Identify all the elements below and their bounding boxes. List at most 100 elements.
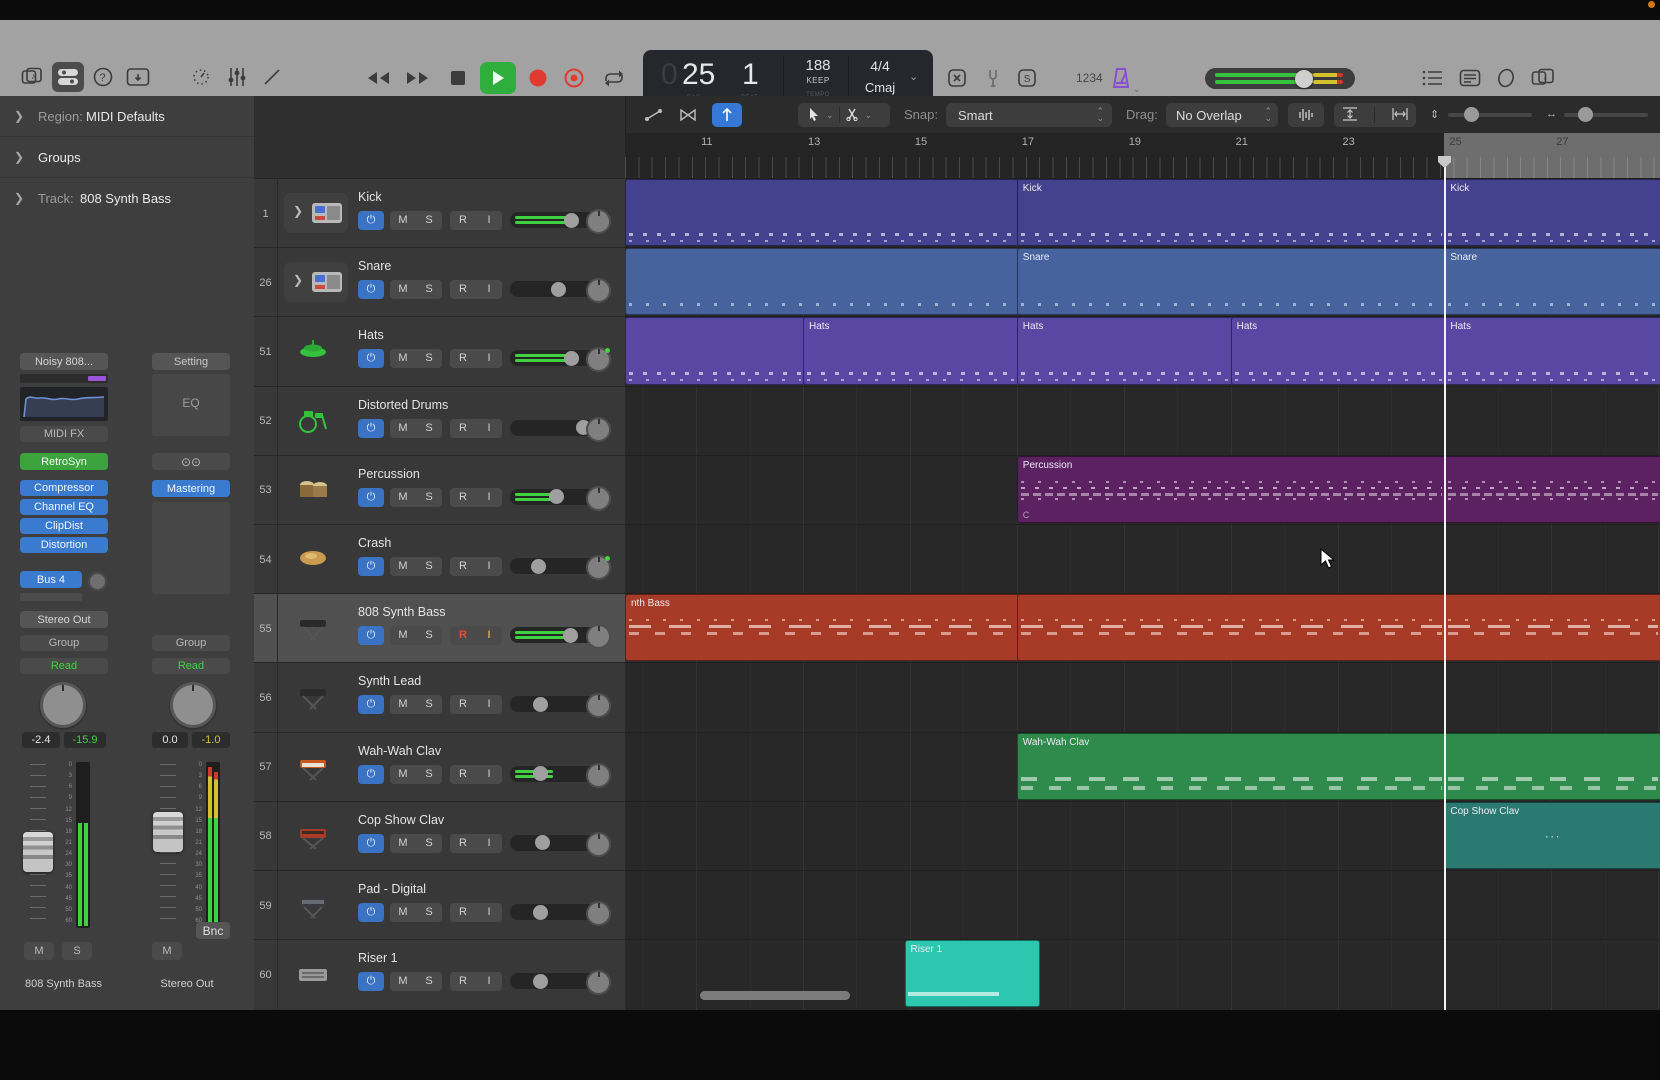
track-name[interactable]: 808 Synth Bass [358, 605, 446, 619]
record-input-group[interactable]: RI [450, 280, 502, 299]
group-slot-right[interactable]: Group [152, 635, 230, 651]
region-inspector-header[interactable]: ❯ Region: MIDI Defaults [0, 96, 254, 137]
region-kick[interactable]: Kick [1017, 179, 1447, 246]
fader-thumb-left[interactable] [23, 832, 53, 872]
gauge-icon[interactable] [186, 64, 216, 90]
volume-thumb[interactable] [533, 766, 548, 781]
track-power-button[interactable]: ⏻ [358, 972, 384, 991]
rewind-button[interactable] [362, 64, 394, 92]
pan-knob[interactable] [586, 555, 611, 580]
volume-value-right[interactable]: 0.0 [152, 732, 188, 748]
pan-knob-right[interactable] [170, 682, 216, 728]
region-percussion[interactable] [1444, 456, 1660, 523]
channel-setting-button[interactable]: Noisy 808... [20, 353, 108, 370]
mute-solo-group[interactable]: MS [390, 349, 442, 368]
region-nth-bass[interactable]: nth Bass [625, 594, 1019, 661]
volume-thumb[interactable] [551, 282, 566, 297]
vertical-zoom-slider[interactable]: ⇕ [1430, 106, 1532, 124]
track-name[interactable]: Percussion [358, 467, 420, 481]
pan-knob[interactable] [586, 278, 611, 303]
arrange-lane[interactable] [625, 524, 1660, 594]
track-header-pad-digital[interactable]: 59Pad - Digital⏻MSRI [254, 870, 625, 940]
loop-browser-button[interactable] [1491, 66, 1521, 90]
track-header-808-synth-bass[interactable]: 55808 Synth Bass⏻MSRI [254, 593, 625, 663]
region-hats[interactable] [625, 317, 805, 384]
master-setting-button[interactable]: Setting [152, 353, 230, 370]
volume-thumb[interactable] [563, 628, 578, 643]
track-header-hats[interactable]: 51Hats⏻MSRI [254, 316, 625, 386]
fader-thumb-right[interactable] [153, 812, 183, 852]
region-hats[interactable]: Hats [803, 317, 1019, 384]
pan-knob[interactable] [586, 832, 611, 857]
horizontal-fit-button[interactable] [1392, 107, 1408, 124]
record-input-group[interactable]: RI [450, 488, 502, 507]
stop-button[interactable] [444, 64, 472, 92]
region-percussion[interactable]: PercussionC [1017, 456, 1447, 523]
vertical-zoom-thumb[interactable] [1464, 107, 1479, 122]
playhead-marker[interactable] [1437, 155, 1452, 174]
region-snare[interactable]: Snare [1444, 248, 1660, 315]
pan-knob[interactable] [586, 347, 611, 372]
track-power-button[interactable]: ⏻ [358, 557, 384, 576]
mute-button-left[interactable]: M [24, 942, 54, 960]
group-slot-left[interactable]: Group [20, 635, 108, 651]
mute-solo-group[interactable]: MS [390, 280, 442, 299]
region-riser-1[interactable]: Riser 1 [905, 940, 1041, 1007]
pencil-icon[interactable] [258, 64, 286, 90]
track-power-button[interactable]: ⏻ [358, 834, 384, 853]
pan-knob[interactable] [586, 209, 611, 234]
track-header-percussion[interactable]: 53Percussion⏻MSRI [254, 455, 625, 525]
metronome-button[interactable]: ⌄ [1106, 64, 1136, 92]
track-header-wah-wah-clav[interactable]: 57Wah-Wah Clav⏻MSRI [254, 732, 625, 802]
pan-knob[interactable] [586, 417, 611, 442]
scissors-tool-button[interactable] [845, 107, 859, 124]
send-slot[interactable]: Bus 4 [20, 571, 82, 588]
region-wah-wah-clav[interactable]: Wah-Wah Clav [1017, 733, 1447, 800]
track-power-button[interactable]: ⏻ [358, 903, 384, 922]
region-hats[interactable]: Hats [1444, 317, 1660, 384]
automation-button[interactable] [638, 103, 670, 127]
pan-knob[interactable] [586, 763, 611, 788]
record-input-group[interactable]: RI [450, 211, 502, 230]
disclosure-chevron-icon[interactable]: ❯ [293, 273, 303, 287]
mute-solo-group[interactable]: MS [390, 765, 442, 784]
region-wahwah[interactable] [1444, 733, 1660, 800]
master-volume-slider[interactable] [1205, 68, 1355, 89]
track-name[interactable]: Snare [358, 259, 391, 273]
region-hats[interactable]: Hats [1017, 317, 1233, 384]
pan-knob-left[interactable] [40, 682, 86, 728]
chevron-right-icon[interactable]: ❯ [14, 109, 24, 123]
record-input-group[interactable]: RI [450, 419, 502, 438]
chevron-right-icon[interactable]: ❯ [14, 150, 24, 164]
master-eq-panel[interactable]: EQ [152, 374, 230, 436]
output-slot[interactable]: Stereo Out [20, 611, 108, 628]
snap-dropdown[interactable]: Smart ⌃⌄ [946, 103, 1112, 127]
track-header-cop-show-clav[interactable]: 58Cop Show Clav⏻MSRI [254, 801, 625, 871]
pan-knob[interactable] [586, 970, 611, 995]
region-kick[interactable] [625, 179, 1019, 246]
record-input-group[interactable]: RI [450, 557, 502, 576]
track-power-button[interactable]: ⏻ [358, 419, 384, 438]
mute-solo-group[interactable]: MS [390, 211, 442, 230]
bar-ruler[interactable]: 111315171921232527 [625, 133, 1660, 179]
toolbar-toggle-button[interactable] [124, 64, 152, 90]
audio-fx-slot[interactable]: Compressor [20, 480, 108, 496]
cycle-button[interactable] [598, 64, 630, 92]
track-header-distorted-drums[interactable]: 52Distorted Drums⏻MSRI [254, 386, 625, 456]
track-name[interactable]: Cop Show Clav [358, 813, 444, 827]
volume-thumb[interactable] [564, 351, 579, 366]
track-header-kick[interactable]: ❯1Kick⏻MSRI [254, 178, 625, 248]
volume-thumb[interactable] [533, 697, 548, 712]
record-input-group[interactable]: RI [450, 903, 502, 922]
record-input-group[interactable]: RI [450, 626, 502, 645]
volume-thumb[interactable] [1295, 70, 1313, 88]
note-pads-button[interactable] [1455, 66, 1485, 90]
track-header-riser-1[interactable]: 60Riser 1⏻MSRI [254, 939, 625, 1009]
arrange-lane[interactable] [625, 662, 1660, 732]
pan-knob[interactable] [586, 486, 611, 511]
instrument-slot[interactable]: RetroSyn [20, 453, 108, 470]
region-bass[interactable] [1444, 594, 1660, 661]
volume-thumb[interactable] [531, 559, 546, 574]
list-editors-button[interactable] [1418, 66, 1448, 90]
waveform-zoom-button[interactable] [1288, 103, 1324, 127]
